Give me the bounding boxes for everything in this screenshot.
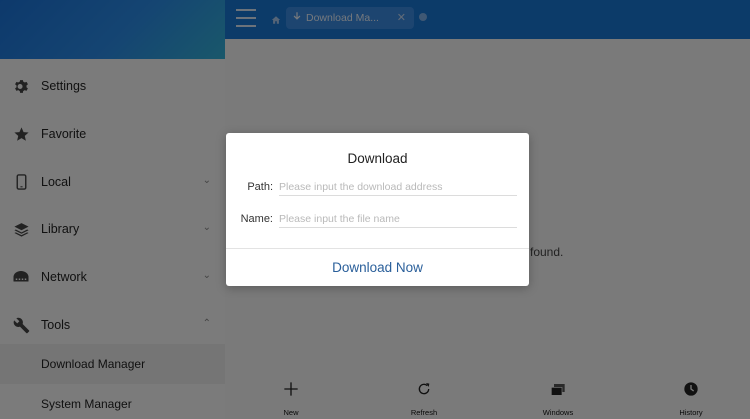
name-label: Name: (240, 213, 273, 225)
download-now-button[interactable]: Download Now (226, 249, 529, 286)
dialog-title: Download (347, 151, 408, 166)
path-input[interactable] (279, 178, 517, 196)
download-dialog: Download Path: Name: Download Now (226, 133, 529, 286)
name-input[interactable] (279, 210, 517, 228)
path-label: Path: (247, 181, 273, 193)
